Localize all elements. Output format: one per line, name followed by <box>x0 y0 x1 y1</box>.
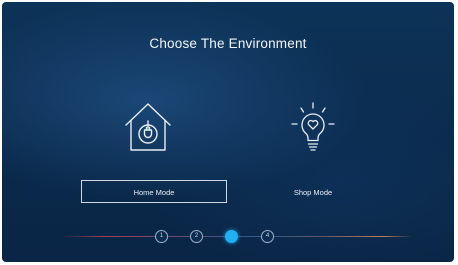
step-1[interactable]: 1 <box>155 230 168 243</box>
lightbulb-heart-icon[interactable] <box>286 100 340 156</box>
setup-progress: 1 2 3 4 <box>2 226 454 248</box>
house-plug-icon[interactable] <box>123 101 173 153</box>
home-mode-button[interactable]: Home Mode <box>81 180 227 203</box>
setup-screen: Choose The Environment Home Mode Shop Mo… <box>2 2 454 262</box>
step-4[interactable]: 4 <box>261 230 274 243</box>
shop-mode-button[interactable]: Shop Mode <box>240 180 386 203</box>
step-2[interactable]: 2 <box>190 230 203 243</box>
page-title: Choose The Environment <box>149 36 307 51</box>
step-3-current[interactable]: 3 <box>225 230 238 243</box>
